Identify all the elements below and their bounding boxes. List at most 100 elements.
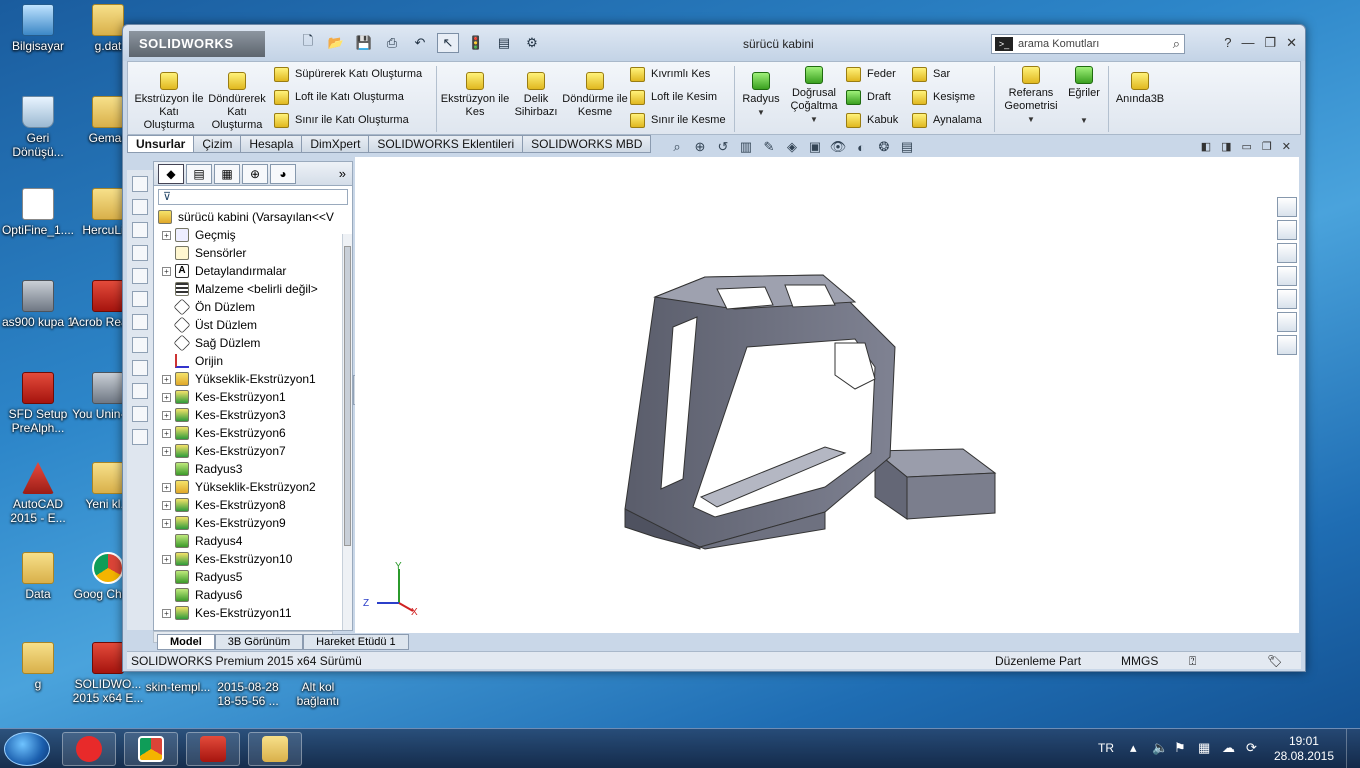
open-folder-icon[interactable]: 📂 <box>325 33 347 53</box>
swept-cut-button[interactable]: Kıvrımlı Kes <box>630 64 710 84</box>
select-cursor-icon[interactable]: ↖ <box>437 33 459 53</box>
shell-button[interactable]: Kabuk <box>846 110 898 130</box>
revolve-cut-button[interactable]: Döndürme ile Kesme <box>562 72 628 119</box>
configuration-manager-tab-icon[interactable]: ▦ <box>214 163 240 184</box>
strip-tool-icon[interactable] <box>132 222 148 238</box>
curves-button[interactable]: Eğriler ▼ <box>1064 66 1104 127</box>
mirror-button[interactable]: Aynalama <box>912 110 982 130</box>
pattern-dropdown-icon[interactable]: ▼ <box>786 113 842 126</box>
loft-cut-button[interactable]: Loft ile Kesim <box>630 87 717 107</box>
strip-tool-icon[interactable] <box>132 245 148 261</box>
desktop-icon[interactable]: 2015-08-28 18-55-56 ... <box>210 680 286 708</box>
ref-geometry-dropdown-icon[interactable]: ▼ <box>998 113 1064 126</box>
custom-properties-icon[interactable] <box>1277 312 1297 332</box>
doc-restore-icon[interactable]: ❐ <box>1262 140 1272 153</box>
loft-boss-button[interactable]: Loft ile Katı Oluşturma <box>274 87 404 107</box>
tree-node[interactable]: Üst Düzlem <box>158 316 352 334</box>
solidworks-resources-icon[interactable] <box>1277 197 1297 217</box>
strip-tool-icon[interactable] <box>132 429 148 445</box>
hole-wizard-button[interactable]: Delik Sihirbazı <box>510 72 562 119</box>
display-manager-tab-icon[interactable]: ◕ <box>270 163 296 184</box>
sweep-boss-button[interactable]: Süpürerek Katı Oluşturma <box>274 64 422 84</box>
save-icon[interactable]: 💾 <box>353 33 375 53</box>
tree-node[interactable]: Radyus5 <box>158 568 352 586</box>
close-button[interactable]: ✕ <box>1286 35 1297 51</box>
search-icon[interactable]: ⌕ <box>1173 36 1180 52</box>
help-button[interactable]: ? <box>1224 35 1231 51</box>
revolve-boss-button[interactable]: Döndürerek Katı Oluşturma <box>204 72 270 132</box>
expand-icon[interactable]: + <box>162 446 171 456</box>
fillet-button[interactable]: Radyus ▼ <box>736 72 786 119</box>
strip-tool-icon[interactable] <box>132 360 148 376</box>
taskbar-yandex[interactable] <box>62 732 116 766</box>
rebuild-icon[interactable]: 🚦 <box>465 33 487 53</box>
apply-scene-icon[interactable]: ❂ <box>876 139 892 155</box>
tree-node[interactable]: Sağ Düzlem <box>158 334 352 352</box>
reference-geometry-button[interactable]: Referans Geometrisi ▼ <box>998 66 1064 126</box>
restore-button[interactable]: ❐ <box>1264 35 1276 51</box>
command-tab[interactable]: SOLIDWORKS Eklentileri <box>369 135 524 153</box>
forum-icon[interactable] <box>1277 335 1297 355</box>
start-button[interactable] <box>4 732 50 766</box>
strip-tool-icon[interactable] <box>132 268 148 284</box>
show-desktop-button[interactable] <box>1346 729 1360 768</box>
command-tab[interactable]: Unsurlar <box>127 135 195 153</box>
tray-up-arrow-icon[interactable]: ▴ <box>1130 740 1137 756</box>
expand-icon[interactable]: + <box>162 518 171 528</box>
dynamic-annotation-icon[interactable]: ✎ <box>761 139 777 155</box>
expand-icon[interactable]: + <box>162 392 171 402</box>
tree-filter-input[interactable]: ⊽ <box>158 189 348 205</box>
command-tab[interactable]: SOLIDWORKS MBD <box>523 135 652 153</box>
strip-tool-icon[interactable] <box>132 314 148 330</box>
tile-left-icon[interactable]: ◧ <box>1201 140 1211 153</box>
model-view-tab[interactable]: Model <box>157 634 215 650</box>
desktop-icon[interactable]: skin-templ... <box>140 680 216 694</box>
extrude-cut-button[interactable]: Ekstrüzyon ile Kes <box>440 72 510 119</box>
edit-appearance-icon[interactable]: ◐ <box>853 139 869 155</box>
desktop-icon[interactable]: OptiFine_1.... <box>0 188 76 237</box>
wrap-button[interactable]: Sar <box>912 64 950 84</box>
new-document-icon[interactable]: 🗋 <box>297 33 319 53</box>
tile-right-icon[interactable]: ◨ <box>1221 140 1231 153</box>
tree-node[interactable]: Radyus6 <box>158 586 352 604</box>
hide-show-items-icon[interactable]: 👁 <box>830 139 847 155</box>
volume-icon[interactable]: 🔈 <box>1152 740 1168 756</box>
tree-node[interactable]: + Kes-Ekstrüzyon3 <box>158 406 352 424</box>
fillet-dropdown-icon[interactable]: ▼ <box>736 106 786 119</box>
desktop-icon[interactable]: SFD Setup PreAlph... <box>0 372 76 435</box>
tree-node[interactable]: + Kes-Ekstrüzyon11 <box>158 604 352 622</box>
file-properties-icon[interactable]: ▤ <box>493 33 515 53</box>
expand-icon[interactable]: + <box>162 500 171 510</box>
extrude-boss-button[interactable]: Ekstrüzyon İle Katı Oluşturma <box>134 72 204 132</box>
command-tab[interactable]: Çizim <box>194 135 242 153</box>
network-icon[interactable]: ▦ <box>1198 740 1210 756</box>
cloud-icon[interactable]: ☁ <box>1222 740 1235 756</box>
view-orientation-icon[interactable]: ◈ <box>784 139 800 155</box>
feature-tree-tab-icon[interactable]: ◆ <box>158 163 184 184</box>
zoom-to-fit-icon[interactable]: ⌕ <box>669 139 685 155</box>
property-manager-tab-icon[interactable]: ▤ <box>186 163 212 184</box>
desktop-icon[interactable]: Alt kol bağlantı <box>280 680 356 708</box>
flag-icon[interactable]: ⚑ <box>1174 740 1186 756</box>
tree-node[interactable]: + Kes-Ekstrüzyon9 <box>158 514 352 532</box>
view-settings-icon[interactable]: ▤ <box>899 139 915 155</box>
tree-node[interactable]: + Yükseklik-Ekstrüzyon1 <box>158 370 352 388</box>
strip-tool-icon[interactable] <box>132 406 148 422</box>
print-icon[interactable]: ⎙ <box>381 33 403 53</box>
tree-vertical-scrollbar[interactable] <box>342 234 352 630</box>
tree-node[interactable]: Radyus3 <box>158 460 352 478</box>
language-indicator[interactable]: TR <box>1098 741 1114 755</box>
model-view-tab[interactable]: Hareket Etüdü 1 <box>303 634 409 650</box>
rib-button[interactable]: Feder <box>846 64 896 84</box>
desktop-icon[interactable]: Bilgisayar <box>0 4 76 53</box>
dimxpert-tab-icon[interactable]: ⊕ <box>242 163 268 184</box>
boundary-cut-button[interactable]: Sınır ile Kesme <box>630 110 726 130</box>
file-explorer-icon[interactable] <box>1277 243 1297 263</box>
desktop-icon[interactable]: Data <box>0 552 76 601</box>
strip-tool-icon[interactable] <box>132 199 148 215</box>
desktop-icon[interactable]: as900 kupa 1 <box>0 280 76 329</box>
doc-close-icon[interactable]: ✕ <box>1282 140 1291 153</box>
previous-view-icon[interactable]: ↺ <box>715 139 731 155</box>
taskbar-explorer[interactable] <box>248 732 302 766</box>
sync-icon[interactable]: ⟳ <box>1246 740 1257 756</box>
